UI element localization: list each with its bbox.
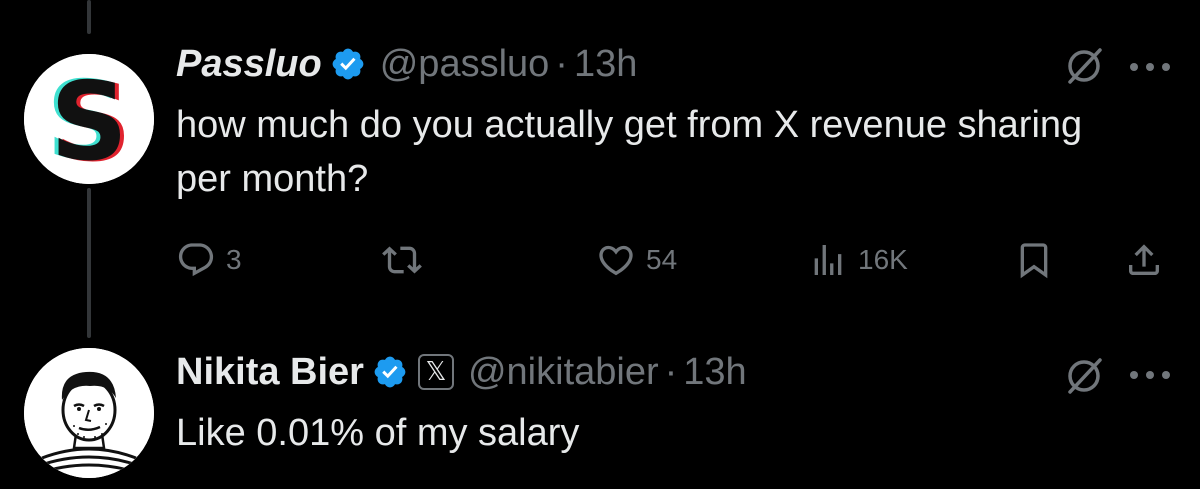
share-icon [1124,240,1164,280]
more-icon[interactable] [1128,60,1172,72]
like-button[interactable]: 54 [596,232,677,288]
retweet-icon [382,240,422,280]
bookmark-icon [1014,240,1054,280]
separator-dot: · [555,42,568,85]
tweet-nikitabier[interactable]: Nikita Bier 𝕏 @nikitabier · 13h Like 0.0… [0,330,1200,489]
timestamp[interactable]: 13h [683,351,746,394]
grok-icon[interactable] [1064,356,1104,396]
grok-icon[interactable] [1064,46,1104,86]
tweet-header: Nikita Bier 𝕏 @nikitabier · 13h [176,350,747,394]
reply-count: 3 [226,244,242,275]
more-icon[interactable] [1128,368,1172,380]
like-icon [596,240,636,280]
views-icon [808,240,848,280]
verified-badge-icon [372,354,408,390]
like-count: 54 [646,244,678,275]
author-name[interactable]: Nikita Bier [176,351,364,394]
author-name[interactable]: Passluo [176,43,322,86]
retweet-button[interactable] [382,232,422,288]
views-button[interactable]: 16K [808,232,908,288]
verified-badge-icon [330,46,366,82]
avatar-letter: S [50,60,128,184]
reply-icon [176,240,216,280]
share-button[interactable] [1124,232,1164,288]
avatar-nikitabier[interactable] [24,348,154,478]
x-affiliation-icon[interactable]: 𝕏 [417,354,454,390]
tweet-header: Passluo @passluo · 13h [176,42,637,86]
tweet-actions: 3 54 16K [176,232,1176,288]
author-handle[interactable]: @passluo [380,43,550,86]
timestamp[interactable]: 13h [574,43,637,86]
view-count: 16K [858,244,908,275]
avatar-passluo[interactable]: S S S [24,54,154,184]
author-handle[interactable]: @nikitabier [468,351,659,394]
separator-dot: · [664,350,678,393]
tweet-passluo[interactable]: S S S Passluo @passluo · 13h how much do… [0,0,1200,330]
tweet-text: how much do you actually get from X reve… [176,104,1083,200]
bookmark-button[interactable] [1014,232,1054,288]
tweet-text: Like 0.01% of my salary [176,412,580,454]
reply-button[interactable]: 3 [176,232,242,288]
